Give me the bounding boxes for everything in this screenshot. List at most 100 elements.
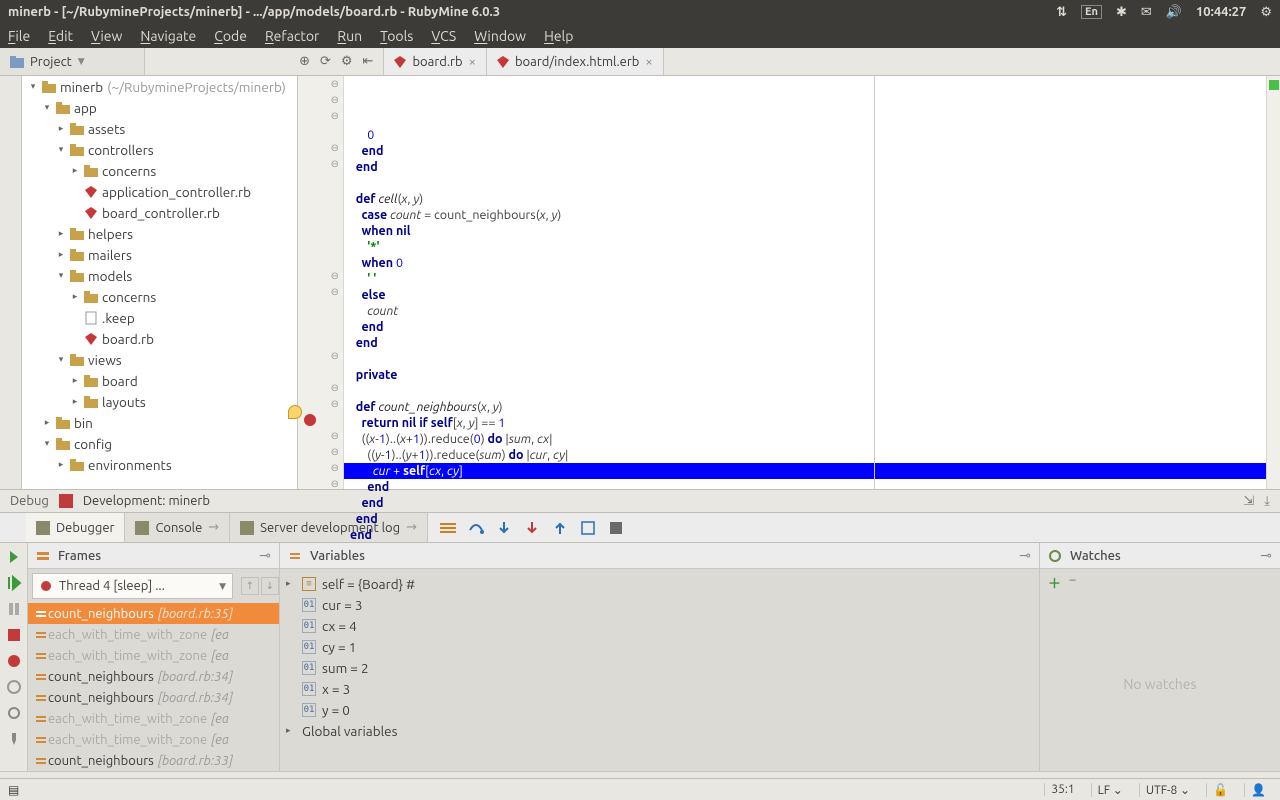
code-line[interactable]: end: [344, 335, 1266, 351]
expand-icon[interactable]: ▸: [286, 725, 296, 736]
code-line[interactable]: private: [344, 367, 1266, 383]
tree-item[interactable]: ▾minerb (~/RubymineProjects/minerb): [22, 76, 297, 97]
editor-tab[interactable]: board.rb×: [384, 48, 487, 75]
stop-icon[interactable]: [6, 627, 22, 643]
code-line[interactable]: ((y-1)..(y+1)).reduce(sum) do |cur, cy|: [344, 447, 1266, 463]
tree-item[interactable]: ▸mailers: [22, 244, 297, 265]
expand-icon[interactable]: ▸: [56, 249, 66, 260]
code-line[interactable]: [344, 383, 1266, 399]
frame-item[interactable]: each_with_time_with_zone[ea: [28, 645, 279, 666]
expand-icon[interactable]: ▸: [70, 291, 80, 302]
breakpoint-icon[interactable]: [304, 414, 316, 426]
fold-icon[interactable]: ⊖: [331, 78, 339, 90]
expand-icon[interactable]: ▸: [56, 123, 66, 134]
variable-row[interactable]: 01sum = 2: [286, 657, 1033, 678]
tree-item[interactable]: board_controller.rb: [22, 202, 297, 223]
tree-item[interactable]: ▸helpers: [22, 223, 297, 244]
frame-item[interactable]: each_with_time_with_zone[ea: [28, 624, 279, 645]
frame-up-icon[interactable]: ↑: [241, 577, 259, 595]
settings-gear-icon[interactable]: [6, 705, 22, 721]
debug-tab[interactable]: Console→: [125, 513, 230, 542]
scroll-icon[interactable]: ⟳: [320, 54, 331, 69]
project-tree[interactable]: ▾minerb (~/RubymineProjects/minerb)▾app ▸…: [22, 76, 298, 489]
gear-icon[interactable]: ⚙: [1260, 5, 1272, 20]
code-line[interactable]: ' ': [344, 271, 1266, 287]
network-icon[interactable]: ⇅: [1056, 5, 1067, 20]
code-line[interactable]: [344, 351, 1266, 367]
status-lock-icon[interactable]: 🔓: [1206, 783, 1234, 797]
code-line[interactable]: end: [344, 511, 1266, 527]
tree-item[interactable]: ▸bin: [22, 412, 297, 433]
variable-row[interactable]: 01y = 0: [286, 699, 1033, 720]
code-line[interactable]: end: [344, 159, 1266, 175]
expand-icon[interactable]: ▾: [42, 102, 52, 113]
expand-icon[interactable]: ▸: [286, 578, 296, 589]
debug-tab[interactable]: Debugger: [26, 513, 125, 542]
tree-item[interactable]: .keep: [22, 307, 297, 328]
frames-pin-icon[interactable]: ⊸: [259, 547, 271, 564]
fold-icon[interactable]: ⊖: [331, 350, 339, 362]
variable-row[interactable]: 01cy = 1: [286, 636, 1033, 657]
tree-item[interactable]: ▸concerns: [22, 160, 297, 181]
menu-code[interactable]: Code: [214, 28, 247, 44]
menu-tools[interactable]: Tools: [380, 28, 413, 44]
editor-code[interactable]: 0 end end def cell(x, y) case count = co…: [344, 76, 1266, 489]
expand-icon[interactable]: ▸: [70, 165, 80, 176]
tree-item[interactable]: ▸board: [22, 370, 297, 391]
status-encoding[interactable]: UTF-8 ⌄: [1139, 783, 1196, 797]
expand-icon[interactable]: ▸: [56, 228, 66, 239]
fold-icon[interactable]: ⊖: [331, 478, 339, 490]
mail-icon[interactable]: ✉: [1141, 5, 1152, 20]
expand-icon[interactable]: ▾: [42, 438, 52, 449]
tree-item[interactable]: ▾app: [22, 97, 297, 118]
menu-file[interactable]: File: [8, 28, 30, 44]
volume-icon[interactable]: 🔊: [1166, 5, 1182, 20]
editor-gutter[interactable]: ⊖⊖⊖⊖⊖⊖⊖⊖⊖⊖⊖⊖⊖⊖: [298, 76, 344, 489]
code-line[interactable]: else: [344, 287, 1266, 303]
expand-icon[interactable]: ▸: [70, 375, 80, 386]
thread-selector[interactable]: Thread 4 [sleep] ... ▼: [32, 573, 233, 599]
tree-item[interactable]: ▸concerns: [22, 286, 297, 307]
editor-tab[interactable]: board/index.html.erb×: [487, 48, 664, 75]
left-tool-gutter[interactable]: [0, 76, 22, 489]
menu-navigate[interactable]: Navigate: [140, 28, 196, 44]
view-breakpoints-icon[interactable]: [6, 653, 22, 669]
variable-row[interactable]: ▸Global variables: [286, 720, 1033, 741]
menu-view[interactable]: View: [91, 28, 122, 44]
close-icon[interactable]: ×: [645, 55, 652, 69]
status-position[interactable]: 35:1: [1044, 783, 1080, 796]
tree-item[interactable]: ▾views: [22, 349, 297, 370]
fold-icon[interactable]: ⊖: [331, 462, 339, 474]
bluetooth-icon[interactable]: ✱: [1116, 5, 1127, 20]
expand-icon[interactable]: ▾: [56, 144, 66, 155]
frame-item[interactable]: each_with_time_with_zone[ea: [28, 729, 279, 750]
code-line[interactable]: end: [344, 495, 1266, 511]
fold-icon[interactable]: ⊖: [331, 446, 339, 458]
menu-run[interactable]: Run: [337, 28, 362, 44]
pin-icon[interactable]: [6, 731, 22, 747]
editor-marker-strip[interactable]: [1266, 76, 1280, 489]
variable-row[interactable]: 01cx = 4: [286, 615, 1033, 636]
remove-watch-icon[interactable]: −: [1069, 573, 1076, 592]
code-line[interactable]: def count_neighbours(x, y): [344, 399, 1266, 415]
code-line[interactable]: end: [344, 527, 1266, 543]
tree-item[interactable]: ▾controllers: [22, 139, 297, 160]
fold-icon[interactable]: ⊖: [331, 158, 339, 170]
code-line[interactable]: case count = count_neighbours(x, y): [344, 207, 1266, 223]
rerun-icon[interactable]: [6, 549, 22, 565]
hide-icon[interactable]: ⇤: [363, 54, 374, 69]
code-line[interactable]: end: [344, 143, 1266, 159]
expand-icon[interactable]: ▸: [70, 396, 80, 407]
frame-item[interactable]: count_neighbours[board.rb:35]: [28, 603, 279, 624]
fold-icon[interactable]: ⊖: [331, 398, 339, 410]
language-indicator[interactable]: En: [1081, 5, 1102, 19]
watches-pin-icon[interactable]: ⊸: [1260, 547, 1272, 564]
tree-item[interactable]: ▸layouts: [22, 391, 297, 412]
frame-item[interactable]: count_neighbours[board.rb:33]: [28, 750, 279, 771]
frame-item[interactable]: count_neighbours[board.rb:34]: [28, 687, 279, 708]
expand-icon[interactable]: ▾: [56, 354, 66, 365]
code-line[interactable]: end: [344, 479, 1266, 495]
variable-row[interactable]: 01x = 3: [286, 678, 1033, 699]
close-icon[interactable]: ×: [469, 55, 476, 69]
expand-icon[interactable]: ▾: [56, 270, 66, 281]
